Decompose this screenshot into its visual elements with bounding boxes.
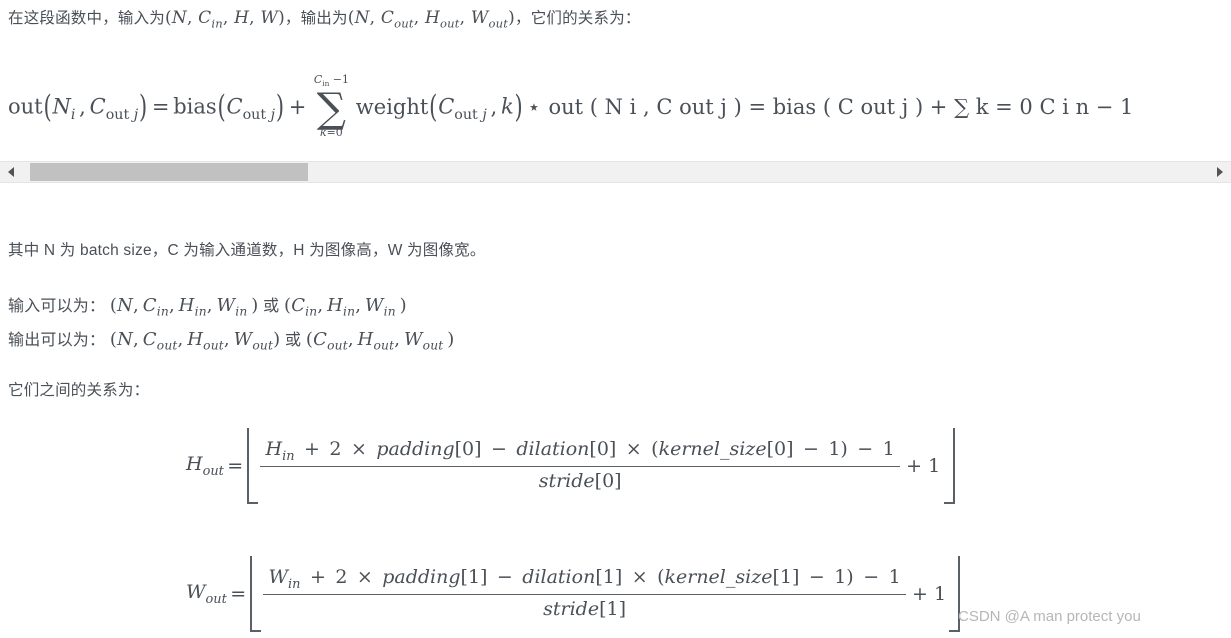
- chevron-left-icon: [8, 167, 14, 177]
- output-shape-label: 输出可以为：: [8, 332, 106, 349]
- sigma-icon: ∑: [316, 83, 346, 132]
- eq-w-plus-one: + 1: [912, 583, 947, 605]
- formula-weight-label: weight: [355, 94, 429, 119]
- eq-h-plus-one: + 1: [906, 455, 941, 477]
- intro-paragraph: 在这段函数中，输入为(N, Cin, H, W)，输出为(N, Cout, Ho…: [8, 6, 641, 30]
- star-operator: ⋆: [527, 94, 541, 119]
- floor-right-bracket: [943, 428, 955, 504]
- symbol-description-paragraph: 其中 N 为 batch size，C 为输入通道数，H 为图像高，W 为图像宽…: [8, 242, 486, 259]
- eq-w-lhs: Wout: [186, 581, 227, 607]
- formula-bias-label: bias: [173, 94, 217, 119]
- eq-w-fraction: Win + 2 × padding[1] − dilation[1] × (ke…: [262, 566, 907, 620]
- scrollbar-track[interactable]: [22, 162, 1209, 182]
- input-shape-4d: (N, Cin, Hin, Win ): [109, 295, 259, 319]
- chevron-right-icon: [1217, 167, 1223, 177]
- intro-input-shape: (N, Cin, H, W): [165, 8, 285, 31]
- output-shape-4d: (N, Cout, Hout, Wout): [109, 329, 281, 353]
- input-shape-label: 输入可以为：: [8, 298, 106, 315]
- horizontal-scrollbar[interactable]: [0, 161, 1231, 183]
- scrollbar-thumb[interactable]: [30, 163, 308, 181]
- input-or-label: 或: [263, 298, 280, 315]
- formula-plain-tail: out ( N i , C out j ) = bias ( C out j )…: [548, 94, 1134, 119]
- eq-h-numerator: Hin + 2 × padding[0] − dilation[0] × (ke…: [265, 438, 895, 464]
- summation-operator: Cin −1 ∑ k=0: [314, 74, 349, 140]
- intro-lead: 在这段函数中，输入为: [8, 10, 166, 27]
- floor-left-bracket: [249, 556, 261, 632]
- formula-out-label: out: [8, 94, 43, 119]
- sum-lower-limit: k=0: [320, 126, 343, 140]
- eq-h-denominator: stride[0]: [259, 465, 901, 492]
- eq-w-denominator: stride[1]: [262, 593, 907, 620]
- input-shape-line: 输入可以为： (N, Cin, Hin, Win ) 或 (Cin, Hin, …: [8, 292, 407, 319]
- intro-tail: ，它们的关系为：: [515, 10, 641, 27]
- scroll-right-button[interactable]: [1209, 162, 1231, 182]
- intro-output-shape: (N, Cout, Hout, Wout): [347, 8, 515, 31]
- relation-label: 它们之间的关系为：: [8, 382, 150, 399]
- eq-h-lhs: Hout: [186, 453, 224, 479]
- equation-w-out: Wout = Win + 2 × padding[1] − dilation[1…: [186, 556, 961, 632]
- eq-w-numerator: Win + 2 × padding[1] − dilation[1] × (ke…: [268, 566, 901, 592]
- floor-left-bracket: [246, 428, 258, 504]
- conv-output-formula: out(Ni, Cout j) = bias(Cout j) + Cin −1 ∑ k=0 we…: [8, 73, 1134, 140]
- scroll-left-button[interactable]: [0, 162, 22, 182]
- equation-h-out: Hout = Hin + 2 × padding[0] − dilation[0…: [186, 428, 955, 504]
- eq-h-fraction: Hin + 2 × padding[0] − dilation[0] × (ke…: [259, 438, 901, 492]
- intro-mid: ，输出为: [284, 10, 348, 27]
- input-shape-3d: (Cin, Hin, Win ): [283, 295, 407, 319]
- output-shape-3d: (Cout, Hout, Wout ): [305, 329, 455, 353]
- output-or-label: 或: [284, 332, 302, 349]
- overflow-formula-region: out(Ni, Cout j) = bias(Cout j) + Cin −1 ∑ k=0 we…: [0, 62, 1231, 162]
- output-shape-line: 输出可以为： (N, Cout, Hout, Wout) 或 (Cout, Ho…: [8, 326, 454, 353]
- csdn-watermark: CSDN @A man protect you: [958, 608, 1141, 625]
